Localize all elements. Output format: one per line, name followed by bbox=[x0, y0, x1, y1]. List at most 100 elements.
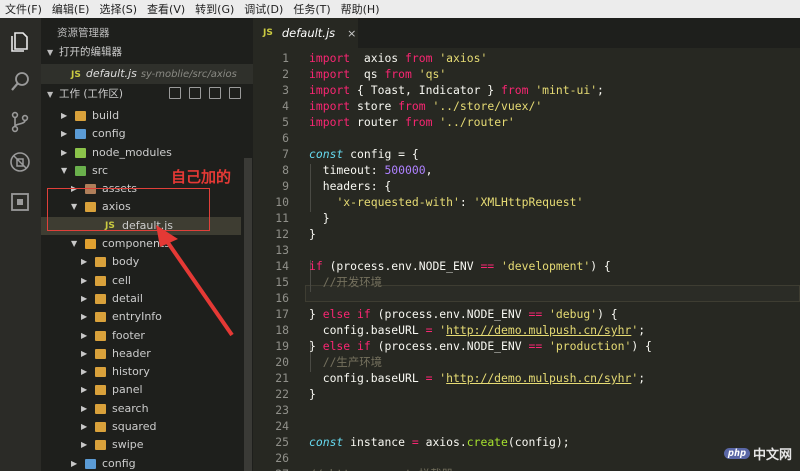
chevron-right-icon[interactable]: ▶ bbox=[81, 363, 91, 381]
tree-folder-swipe[interactable]: ▶ swipe bbox=[41, 436, 241, 454]
chevron-right-icon[interactable]: ▶ bbox=[81, 418, 91, 436]
debug-icon[interactable] bbox=[8, 150, 32, 174]
chevron-right-icon[interactable]: ▶ bbox=[81, 272, 91, 290]
extensions-icon[interactable] bbox=[8, 190, 32, 214]
code-token: from bbox=[501, 83, 529, 97]
line-number: 20 bbox=[275, 355, 289, 369]
menu-item[interactable]: 选择(S) bbox=[94, 1, 142, 17]
new-folder-icon[interactable] bbox=[189, 87, 201, 99]
folder-icon bbox=[95, 348, 106, 359]
code-token: = bbox=[411, 435, 419, 449]
chevron-down-icon[interactable]: ▼ bbox=[61, 162, 71, 180]
line-number: 3 bbox=[282, 83, 289, 97]
chevron-right-icon[interactable]: ▶ bbox=[61, 125, 71, 143]
line-number: 21 bbox=[275, 371, 289, 385]
chevron-right-icon[interactable]: ▶ bbox=[81, 308, 91, 326]
code-token: 'XMLHttpRequest' bbox=[473, 195, 584, 209]
code-token: == bbox=[528, 339, 543, 353]
tree-item-label: header bbox=[112, 346, 151, 360]
open-editors-header[interactable]: ▼ 打开的编辑器 bbox=[41, 42, 253, 62]
code-line: 27 // http request 拦截器 bbox=[253, 466, 800, 471]
chevron-right-icon[interactable]: ▶ bbox=[81, 327, 91, 345]
code-line: 15 //开发环境 bbox=[253, 274, 800, 290]
tree-item-label: search bbox=[112, 401, 149, 415]
code-token: , bbox=[425, 163, 433, 177]
tree-folder-header[interactable]: ▶ header bbox=[41, 345, 241, 363]
menu-item[interactable]: 任务(T) bbox=[288, 1, 335, 17]
code-line: 1 import axios from 'axios' bbox=[253, 50, 800, 66]
chevron-right-icon[interactable]: ▶ bbox=[81, 345, 91, 363]
tree-folder-build[interactable]: ▶ build bbox=[41, 107, 241, 125]
line-number: 27 bbox=[253, 466, 289, 471]
folder-icon bbox=[95, 385, 106, 396]
code-token: ' bbox=[432, 323, 447, 337]
chevron-right-icon[interactable]: ▶ bbox=[81, 436, 91, 454]
code-token: store bbox=[350, 99, 399, 113]
tree-folder-config[interactable]: ▶ config bbox=[41, 455, 241, 471]
code-token: import bbox=[309, 115, 351, 129]
tab-default-js[interactable]: JS default.js × bbox=[253, 18, 358, 48]
code-token: import bbox=[309, 99, 351, 113]
code-token: instance bbox=[343, 435, 412, 449]
folder-icon bbox=[75, 111, 86, 121]
code-editor[interactable]: php 中文网 1 import axios from 'axios' 2 import… bbox=[253, 48, 800, 471]
code-line: 22} bbox=[253, 386, 800, 402]
tree-folder-panel[interactable]: ▶ panel bbox=[41, 381, 241, 399]
code-token: import bbox=[309, 51, 351, 65]
folder-icon bbox=[95, 440, 106, 451]
code-text: //生产环境 bbox=[309, 354, 382, 370]
folder-icon bbox=[75, 147, 86, 158]
line-number: 17 bbox=[275, 307, 289, 321]
tree-folder-search[interactable]: ▶ search bbox=[41, 400, 241, 418]
new-file-icon[interactable] bbox=[169, 87, 181, 99]
code-token: 'axios' bbox=[432, 51, 488, 65]
chevron-right-icon[interactable]: ▶ bbox=[81, 381, 91, 399]
close-icon[interactable]: × bbox=[347, 27, 356, 40]
code-line: 11 } bbox=[253, 210, 800, 226]
line-number: 14 bbox=[275, 259, 289, 273]
chevron-right-icon[interactable]: ▶ bbox=[81, 400, 91, 418]
code-text: 'x-requested-with': 'XMLHttpRequest' bbox=[309, 194, 583, 210]
search-icon[interactable] bbox=[8, 70, 32, 94]
menu-item[interactable]: 编辑(E) bbox=[47, 1, 95, 17]
code-text: //开发环境 bbox=[309, 274, 382, 290]
tree-folder-node_modules[interactable]: ▶ node_modules bbox=[41, 144, 241, 162]
refresh-icon[interactable] bbox=[209, 87, 221, 99]
files-icon[interactable] bbox=[8, 30, 32, 54]
collapse-all-icon[interactable] bbox=[229, 87, 241, 99]
menu-item[interactable]: 调试(D) bbox=[239, 1, 288, 17]
code-token: (process.env.NODE_ENV bbox=[322, 259, 481, 273]
code-token: 'production' bbox=[542, 339, 632, 353]
chevron-right-icon[interactable]: ▶ bbox=[71, 455, 81, 471]
editor-tab-bar: JS default.js × bbox=[253, 18, 800, 48]
workspace-header[interactable]: ▼ 工作 (工作区) bbox=[41, 84, 253, 104]
code-text: } bbox=[309, 226, 316, 242]
menu-item[interactable]: 帮助(H) bbox=[336, 1, 385, 17]
sidebar-scrollbar[interactable] bbox=[244, 158, 252, 471]
menu-item[interactable]: 文件(F) bbox=[0, 1, 47, 17]
chevron-right-icon[interactable]: ▶ bbox=[61, 107, 71, 125]
tree-folder-config[interactable]: ▶ config bbox=[41, 125, 241, 143]
chevron-right-icon[interactable]: ▶ bbox=[81, 253, 91, 271]
chevron-down-icon[interactable]: ▼ bbox=[71, 235, 81, 253]
menu-item[interactable]: 查看(V) bbox=[142, 1, 190, 17]
code-line: 18 config.baseURL = 'http://demo.mulpush… bbox=[253, 322, 800, 338]
tree-item-label: panel bbox=[112, 383, 143, 397]
chevron-right-icon[interactable]: ▶ bbox=[61, 144, 71, 162]
folder-icon bbox=[85, 458, 96, 469]
folder-icon bbox=[95, 403, 106, 414]
tree-folder-squared[interactable]: ▶ squared bbox=[41, 418, 241, 436]
chevron-right-icon[interactable]: ▶ bbox=[81, 290, 91, 308]
source-control-icon[interactable] bbox=[8, 110, 32, 134]
code-line: 25 const instance = axios.create(config); bbox=[253, 434, 800, 450]
code-token: ; bbox=[638, 323, 646, 337]
code-token: headers: { bbox=[309, 179, 392, 193]
menu-item[interactable]: 转到(G) bbox=[190, 1, 239, 17]
menu-bar: 文件(F) 编辑(E) 选择(S) 查看(V) 转到(G) 调试(D) 任务(T) 帮助(H) bbox=[0, 0, 800, 18]
line-number: 5 bbox=[282, 115, 289, 129]
tree-folder-history[interactable]: ▶ history bbox=[41, 363, 241, 381]
code-line: 7 const config = { bbox=[253, 146, 800, 162]
open-editor-item[interactable]: JS default.js sy-moblie/src/axios bbox=[41, 64, 253, 84]
folder-icon bbox=[95, 367, 106, 378]
